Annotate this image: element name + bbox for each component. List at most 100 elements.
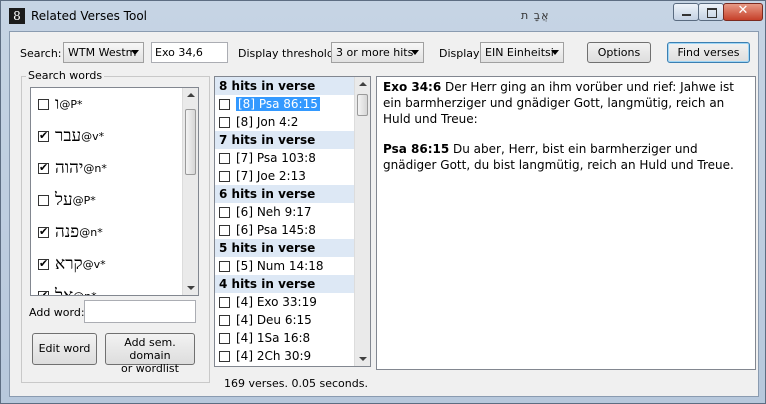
- scroll-thumb[interactable]: [357, 94, 368, 116]
- hit-checkbox[interactable]: [219, 206, 230, 218]
- search-word-item[interactable]: קרא@v*: [31, 248, 198, 280]
- search-word-checkbox[interactable]: [38, 98, 49, 110]
- hit-reference: [6] Psa 145:8: [236, 223, 316, 237]
- hit-row[interactable]: [8] Psa 86:15: [215, 95, 370, 113]
- hit-checkbox[interactable]: [219, 152, 230, 164]
- hit-checkbox[interactable]: [219, 170, 230, 182]
- hit-checkbox[interactable]: [219, 314, 230, 326]
- search-word-suffix: @v*: [82, 257, 106, 271]
- close-button[interactable]: ✕: [723, 3, 763, 21]
- hit-row[interactable]: [6] Neh 9:17: [215, 203, 370, 221]
- hit-row[interactable]: [7] Psa 103:8: [215, 149, 370, 167]
- add-semantic-domain-button[interactable]: Add sem. domain or wordlist: [105, 333, 195, 375]
- edit-word-button[interactable]: Edit word: [32, 333, 97, 365]
- add-word-label: Add word:: [29, 306, 85, 319]
- add-sem-label-line1: Add sem. domain: [124, 336, 176, 362]
- search-word-suffix: @n*: [83, 161, 107, 175]
- display-version-select[interactable]: EIN Einheitsi: [480, 42, 564, 63]
- hit-row[interactable]: [4] 1Sa 16:8: [215, 329, 370, 347]
- threshold-label: Display threshold:: [238, 47, 338, 60]
- search-word-checkbox[interactable]: [38, 289, 49, 295]
- display-label: Display:: [439, 47, 483, 60]
- hit-group-header: 4 hits in verse: [215, 275, 370, 293]
- app-logo-icon: 8: [9, 8, 25, 24]
- hit-reference: [5] Num 14:18: [236, 259, 324, 273]
- hit-checkbox[interactable]: [219, 260, 230, 272]
- hit-reference: [4] 1Sa 16:8: [236, 331, 311, 345]
- scroll-down-icon[interactable]: [187, 286, 195, 290]
- title-bar[interactable]: 8 Related Verses Tool אֲבָ ת ✕: [1, 1, 765, 31]
- scroll-up-icon[interactable]: [187, 93, 195, 97]
- add-word-input[interactable]: [84, 300, 196, 323]
- search-label: Search:: [20, 47, 62, 60]
- verse-reference[interactable]: Exo 34:6: [383, 80, 441, 94]
- hit-row[interactable]: [4] 2Ch 30:9: [215, 347, 370, 365]
- search-word-text: יהוה: [55, 158, 84, 178]
- close-icon: ✕: [737, 3, 749, 18]
- search-word-suffix: @P*: [72, 193, 96, 207]
- hit-row[interactable]: [6] Psa 145:8: [215, 221, 370, 239]
- hit-reference: [8] Jon 4:2: [236, 115, 299, 129]
- hit-reference: [4] 2Ch 30:9: [236, 349, 312, 363]
- hit-row[interactable]: [4] Exo 33:19: [215, 293, 370, 311]
- minimize-button[interactable]: [673, 3, 699, 21]
- hit-group-header: 6 hits in verse: [215, 185, 370, 203]
- hit-group-header: 8 hits in verse: [215, 77, 370, 95]
- hit-group-header: 7 hits in verse: [215, 131, 370, 149]
- search-word-text: על: [55, 190, 73, 210]
- hit-checkbox[interactable]: [219, 332, 230, 344]
- search-source-select[interactable]: WTM Westm: [63, 42, 144, 63]
- hit-checkbox[interactable]: [219, 224, 230, 236]
- hit-row[interactable]: [7] Joe 2:13: [215, 167, 370, 185]
- search-words-legend: Search words: [26, 69, 105, 82]
- options-button[interactable]: Options: [587, 42, 651, 63]
- search-words-list: ו@P*עבר@v*יהוה@n*על@P*פנה@n*קרא@v*אל@n*: [30, 87, 199, 296]
- hits-list: 8 hits in verse [8] Psa 86:15 [8] Jon 4:2 7…: [214, 76, 371, 367]
- threshold-value: 3 or more hits: [336, 46, 414, 59]
- hit-checkbox[interactable]: [219, 350, 230, 362]
- hit-group-header: 5 hits in verse: [215, 239, 370, 257]
- hit-row[interactable]: [8] Jon 4:2: [215, 113, 370, 131]
- hit-reference: [8] Psa 86:15: [236, 97, 320, 111]
- search-word-checkbox[interactable]: [38, 194, 49, 206]
- search-word-item[interactable]: אל@n*: [31, 280, 198, 295]
- search-reference-input[interactable]: Exo 34,6: [151, 42, 228, 63]
- search-word-checkbox[interactable]: [38, 225, 49, 238]
- hit-reference: [7] Joe 2:13: [236, 169, 306, 183]
- search-word-checkbox[interactable]: [38, 257, 49, 270]
- client-area: Search: WTM Westm Exo 34,6 Display thres…: [9, 31, 759, 397]
- search-word-suffix: @P*: [59, 97, 83, 111]
- search-word-item[interactable]: ו @P*: [31, 88, 198, 120]
- search-word-item[interactable]: עבר@v*: [31, 120, 198, 152]
- search-word-text: פנה: [55, 222, 80, 242]
- title-background-text: אֲבָ ת: [521, 9, 550, 22]
- hit-reference: [4] Deu 6:15: [236, 313, 312, 327]
- hit-row[interactable]: [5] Num 14:18: [215, 257, 370, 275]
- search-source-value: WTM Westm: [68, 46, 137, 59]
- hit-checkbox[interactable]: [219, 116, 230, 128]
- chevron-down-icon: [131, 50, 139, 55]
- find-verses-button[interactable]: Find verses: [667, 42, 750, 63]
- hit-checkbox[interactable]: [219, 98, 230, 110]
- search-word-item[interactable]: פנה@n*: [31, 216, 198, 248]
- search-word-checkbox[interactable]: [38, 129, 49, 142]
- hit-reference: [6] Neh 9:17: [236, 205, 312, 219]
- scroll-up-icon[interactable]: [359, 82, 367, 86]
- hit-row[interactable]: [4] Deu 6:15: [215, 311, 370, 329]
- hits-scrollbar[interactable]: [354, 77, 370, 366]
- search-word-item[interactable]: על @P*: [31, 184, 198, 216]
- verse-paragraph: Psa 86:15 Du aber, Herr, bist ein barmhe…: [383, 141, 749, 173]
- search-word-text: עבר: [55, 126, 82, 146]
- verse-text-pane[interactable]: Exo 34:6 Der Herr ging an ihm vorüber un…: [376, 76, 756, 370]
- search-word-item[interactable]: יהוה@n*: [31, 152, 198, 184]
- search-words-scrollbar[interactable]: [182, 88, 198, 295]
- hit-reference: [4] Exo 33:19: [236, 295, 317, 309]
- verse-reference[interactable]: Psa 86:15: [383, 142, 449, 156]
- threshold-select[interactable]: 3 or more hits: [331, 42, 424, 63]
- maximize-button[interactable]: [698, 3, 724, 21]
- hit-checkbox[interactable]: [219, 296, 230, 308]
- scroll-down-icon[interactable]: [359, 357, 367, 361]
- scroll-thumb[interactable]: [185, 109, 196, 175]
- search-word-checkbox[interactable]: [38, 161, 49, 174]
- application-window: 8 Related Verses Tool אֲבָ ת ✕ Search: W…: [0, 0, 766, 404]
